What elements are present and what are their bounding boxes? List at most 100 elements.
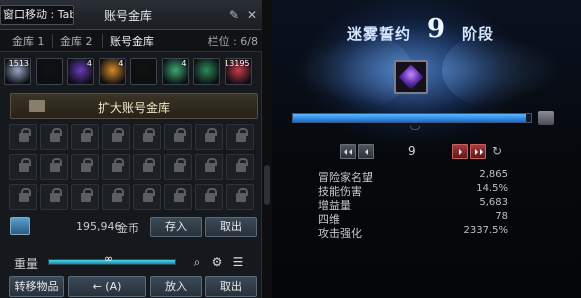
locked-slot[interactable] <box>226 124 254 150</box>
lock-icon <box>236 128 248 142</box>
transfer-items-button[interactable]: 转移物品 <box>9 276 64 297</box>
locked-slot[interactable] <box>133 184 161 210</box>
locked-slot[interactable] <box>226 154 254 180</box>
stat-value: 5,683 <box>479 197 508 208</box>
gold-bar: 195,946 金币 存入 取出 <box>0 213 262 241</box>
locked-slot[interactable] <box>9 154 37 180</box>
stat-value: 14.5% <box>476 183 508 194</box>
tab-account-vault[interactable]: 账号金库 <box>110 33 154 49</box>
locked-slot[interactable] <box>40 124 68 150</box>
vault-title: 账号金库 <box>104 9 153 23</box>
lock-icon <box>143 158 155 172</box>
locked-slot[interactable] <box>40 154 68 180</box>
locked-slot[interactable] <box>9 124 37 150</box>
pin-icon[interactable]: ✎ <box>227 8 241 22</box>
locked-slot[interactable] <box>195 184 223 210</box>
locked-slot[interactable] <box>195 124 223 150</box>
weight-row: 重量 ∞ ⌕ ⚙ ☰ <box>0 250 262 272</box>
locked-slot[interactable] <box>164 154 192 180</box>
action-row: 转移物品 ← (A) 放入 取出 <box>0 275 262 298</box>
stat-row: 冒险家名望 2,865 <box>318 169 508 184</box>
locked-slot[interactable] <box>133 124 161 150</box>
vault-titlebar[interactable]: 窗口移动 : Tab 账号金库 ✎ ✕ <box>0 0 262 30</box>
refresh-icon[interactable]: ↻ <box>492 144 502 158</box>
last-page-button[interactable] <box>470 144 486 159</box>
locked-slot[interactable] <box>195 154 223 180</box>
locked-slot[interactable] <box>102 124 130 150</box>
right-wing-glow <box>442 30 562 110</box>
lock-icon <box>112 158 124 172</box>
close-icon[interactable]: ✕ <box>245 8 259 22</box>
progress-marker <box>410 126 420 130</box>
locked-slot[interactable] <box>226 184 254 210</box>
put-in-button[interactable]: 放入 <box>150 276 202 297</box>
stage-pager: 9 ↻ <box>340 144 510 160</box>
locked-slot[interactable] <box>164 124 192 150</box>
locked-slot[interactable] <box>102 184 130 210</box>
flame-icon[interactable]: 4 <box>98 58 126 85</box>
empty-slot-icon[interactable] <box>130 58 157 85</box>
gear-icon[interactable]: ⚙ <box>210 255 224 269</box>
lock-icon <box>174 128 186 142</box>
locked-slot[interactable] <box>71 124 99 150</box>
item-count: 13195 <box>224 59 250 68</box>
lock-icon <box>81 158 93 172</box>
prev-page-button[interactable] <box>358 144 374 159</box>
locked-slot[interactable] <box>71 184 99 210</box>
lock-icon <box>205 188 217 202</box>
window-move-hint[interactable]: 窗口移动 : Tab <box>0 5 74 25</box>
green-badge-icon[interactable] <box>193 58 220 85</box>
wing-icon[interactable]: 1513 <box>4 58 31 85</box>
mist-oath-panel: 迷雾誓约 9 阶段 9 ↻ 冒险家名望 2,865 技能伤害 14.5% 增益量 5,68… <box>272 0 581 298</box>
lock-icon <box>205 128 217 142</box>
divider-handle[interactable] <box>264 165 270 205</box>
item-count: 1513 <box>8 59 29 68</box>
take-out-button[interactable]: 取出 <box>205 276 257 297</box>
locked-slot[interactable] <box>133 154 161 180</box>
lock-icon <box>50 158 62 172</box>
lock-icon <box>50 188 62 202</box>
page-number: 9 <box>408 144 416 158</box>
sort-items-icon[interactable] <box>10 217 30 235</box>
transfer-shortcut-label: ← (A) <box>92 280 122 293</box>
locked-slot[interactable] <box>71 154 99 180</box>
red-gem-icon[interactable]: 13195 <box>224 58 252 85</box>
search-icon[interactable]: ⌕ <box>190 255 204 269</box>
withdraw-gold-button[interactable]: 取出 <box>205 217 257 237</box>
lock-icon <box>205 158 217 172</box>
deposit-button[interactable]: 存入 <box>150 217 202 237</box>
lock-icon <box>19 128 31 142</box>
stat-value: 78 <box>495 211 508 222</box>
oath-crystal-icon[interactable] <box>394 60 428 94</box>
oath-stats: 冒险家名望 2,865 技能伤害 14.5% 增益量 5,683 四维 78 攻击强化 2337.… <box>318 169 509 240</box>
slot-count: 栏位 : 6/8 <box>207 35 258 48</box>
locked-slot[interactable] <box>102 154 130 180</box>
transfer-shortcut-button[interactable]: ← (A) <box>68 276 146 297</box>
tab-vault-1[interactable]: 金库 1 <box>12 33 45 49</box>
next-page-button[interactable] <box>452 144 468 159</box>
lock-icon <box>236 188 248 202</box>
lock-icon <box>81 128 93 142</box>
reward-chest-icon[interactable] <box>538 111 554 125</box>
expand-vault-label: 扩大账号金库 <box>97 101 170 115</box>
stat-label: 攻击强化 <box>318 227 362 240</box>
expand-vault-button[interactable]: 扩大账号金库 <box>10 93 258 119</box>
item-count: 4 <box>86 59 92 68</box>
purple-orb-icon[interactable]: 4 <box>67 58 94 85</box>
lock-icon <box>112 128 124 142</box>
locked-slot[interactable] <box>40 184 68 210</box>
oath-title: 迷雾誓约 <box>347 25 412 43</box>
locked-slot[interactable] <box>164 184 192 210</box>
empty-slot-icon[interactable] <box>35 58 63 85</box>
first-page-button[interactable] <box>340 144 356 159</box>
locked-slot[interactable] <box>9 184 37 210</box>
green-swirl-icon[interactable]: 4 <box>161 58 189 85</box>
lock-icon <box>174 158 186 172</box>
list-icon[interactable]: ☰ <box>231 255 245 269</box>
gold-unit: 金币 <box>117 222 139 235</box>
vault-item-row: 1513 4 4 4 13195 <box>4 58 260 90</box>
tab-vault-2[interactable]: 金库 2 <box>60 33 93 49</box>
stat-value: 2337.5% <box>463 225 509 236</box>
gold-amount: 195,946 <box>76 220 122 233</box>
lock-icon <box>174 188 186 202</box>
